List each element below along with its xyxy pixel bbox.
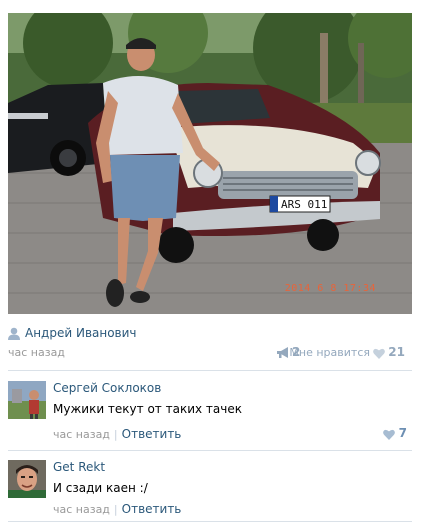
- megaphone-icon: [277, 347, 288, 358]
- comment-author-link[interactable]: Get Rekt: [53, 460, 105, 474]
- post-photo[interactable]: ARS 011 2014 6 8 17:34: [8, 13, 412, 314]
- comment-text: Мужики текут от таких тачек: [53, 402, 242, 416]
- comment-avatar[interactable]: [8, 381, 46, 419]
- comment-like-count: 7: [398, 426, 407, 440]
- post-author-link[interactable]: Андрей Иванович: [25, 326, 137, 340]
- user-icon: [8, 327, 20, 340]
- heart-icon[interactable]: [383, 429, 395, 440]
- divider: [8, 370, 412, 371]
- comment-text: И сзади каен :/: [53, 481, 148, 495]
- post-timestamp[interactable]: час назад: [8, 346, 65, 359]
- reply-button[interactable]: Ответить: [122, 502, 182, 516]
- meta-separator: |: [113, 503, 118, 516]
- photo-scene: ARS 011: [8, 13, 412, 314]
- heart-icon[interactable]: [373, 348, 385, 359]
- divider: [8, 521, 412, 522]
- comment-meta: час назад | Ответить: [53, 502, 181, 516]
- like-button[interactable]: Мне нравится: [289, 346, 370, 359]
- comment-timestamp[interactable]: час назад: [53, 503, 110, 516]
- avatar-image: [8, 460, 46, 498]
- divider: [8, 450, 412, 451]
- post-meta-row: час назад 2 Мне нравится 21: [8, 345, 412, 361]
- reply-button[interactable]: Ответить: [122, 427, 182, 441]
- post-author-row: Андрей Иванович: [8, 326, 412, 342]
- comment-avatar[interactable]: [8, 460, 46, 498]
- comment-timestamp[interactable]: час назад: [53, 428, 110, 441]
- comment-item: Сергей Соклоков Мужики текут от таких та…: [8, 381, 412, 441]
- license-plate: ARS 011: [281, 198, 327, 211]
- comment-author-link[interactable]: Сергей Соклоков: [53, 381, 161, 395]
- like-count: 21: [388, 345, 405, 359]
- avatar-image: [8, 381, 46, 419]
- photo-date-stamp: 2014 6 8 17:34: [284, 283, 376, 294]
- comment-meta: час назад | Ответить: [53, 427, 181, 441]
- comment-item: Get Rekt И сзади каен :/ час назад | Ответ…: [8, 460, 412, 520]
- meta-separator: |: [113, 428, 118, 441]
